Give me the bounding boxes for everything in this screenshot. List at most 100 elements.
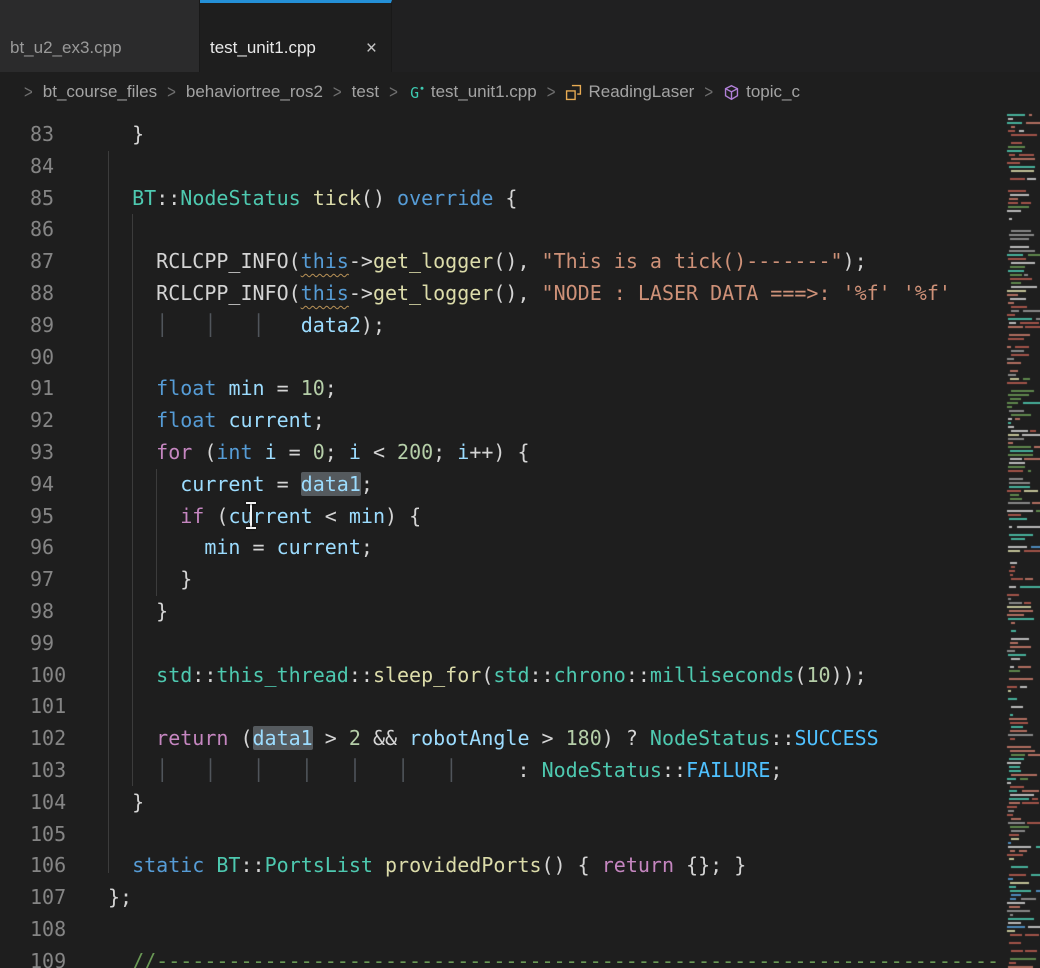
line-number[interactable]: 87 [0,246,108,278]
line-number[interactable]: 108 [0,914,108,946]
code-token: ( [204,504,228,528]
code-line[interactable]: 107}; [0,882,1040,914]
line-number[interactable]: 95 [0,501,108,533]
code-line[interactable]: 90 [0,342,1040,374]
line-number[interactable]: 103 [0,755,108,787]
code-line[interactable]: 103 │ │ │ │ │ │ │ : NodeStatus::FAILURE; [0,755,1040,787]
inline-indent-guide: │ [253,758,265,782]
code-token: () { [542,853,602,877]
code-token: std [493,663,529,687]
line-number[interactable]: 107 [0,882,108,914]
code-token: 10 [806,663,830,687]
code-editor[interactable]: 83 }8485 BT::NodeStatus tick() override … [0,112,1040,968]
code-token [265,313,301,337]
code-line[interactable]: 99 [0,628,1040,660]
code-token: min [204,535,240,559]
code-token [216,376,228,400]
code-token: this_thread [216,663,348,687]
code-text: │ │ │ data2); [108,310,1040,342]
code-token: i [349,440,361,464]
code-line[interactable]: 109 //----------------------------------… [0,946,1040,968]
code-token: 180 [566,726,602,750]
breadcrumb-chevron-icon: > [704,81,713,102]
code-token: current [228,504,312,528]
line-number[interactable]: 83 [0,119,108,151]
code-token [108,186,132,210]
code-token: ; [770,758,782,782]
code-line[interactable]: 105 [0,819,1040,851]
code-text: float min = 10; [108,373,1040,405]
line-number[interactable]: 94 [0,469,108,501]
line-number[interactable]: 90 [0,342,108,374]
line-number[interactable]: 109 [0,946,108,968]
code-token: < [361,440,397,464]
code-token: ( [228,726,252,750]
code-token: static [132,853,204,877]
tab-bt_u2_ex3.cpp[interactable]: bt_u2_ex3.cpp [0,0,200,72]
breadcrumb-item-bt_course_files[interactable]: bt_course_files [43,82,157,102]
code-line[interactable]: 89 │ │ │ data2); [0,310,1040,342]
line-number[interactable]: 97 [0,564,108,596]
code-text: std::this_thread::sleep_for(std::chrono:… [108,660,1040,692]
code-line[interactable]: 88 RCLCPP_INFO(this->get_logger(), "NODE… [0,278,1040,310]
code-text [108,819,1040,851]
code-text: } [108,787,1040,819]
code-line[interactable]: 86 [0,214,1040,246]
code-line[interactable]: 83 } [0,119,1040,151]
line-number[interactable]: 88 [0,278,108,310]
code-line[interactable]: 100 std::this_thread::sleep_for(std::chr… [0,660,1040,692]
code-line[interactable]: 91 float min = 10; [0,373,1040,405]
breadcrumb-item-test_unit1.cpp[interactable]: Gtest_unit1.cpp [408,82,537,102]
code-line[interactable]: 108 [0,914,1040,946]
code-line[interactable]: 101 [0,691,1040,723]
line-number[interactable]: 98 [0,596,108,628]
code-token [108,472,180,496]
minimap[interactable] [1006,112,1040,968]
line-number[interactable]: 101 [0,691,108,723]
line-number[interactable]: 100 [0,660,108,692]
tab-test_unit1.cpp[interactable]: test_unit1.cpp× [200,0,392,72]
mouse-ibeam-cursor [250,504,252,527]
code-token: = [265,376,301,400]
line-number[interactable]: 92 [0,405,108,437]
code-text: } [108,564,1040,596]
code-token: NodeStatus [180,186,300,210]
line-number[interactable]: 102 [0,723,108,755]
line-number[interactable]: 85 [0,183,108,215]
code-line[interactable]: 87 RCLCPP_INFO(this->get_logger(), "This… [0,246,1040,278]
line-number[interactable]: 91 [0,373,108,405]
line-number[interactable]: 86 [0,214,108,246]
line-number[interactable]: 84 [0,151,108,183]
line-number[interactable]: 93 [0,437,108,469]
breadcrumb-item-topic_c[interactable]: topic_c [723,82,800,102]
line-number[interactable]: 106 [0,850,108,882]
code-text: for (int i = 0; i < 200; i++) { [108,437,1040,469]
close-icon[interactable]: × [352,39,377,58]
code-text [108,151,1040,183]
code-token: NodeStatus [650,726,770,750]
line-number[interactable]: 96 [0,532,108,564]
code-token: :: [626,663,650,687]
code-line[interactable]: 93 for (int i = 0; i < 200; i++) { [0,437,1040,469]
code-token [204,853,216,877]
line-number[interactable]: 104 [0,787,108,819]
breadcrumb-item-behaviortree_ros2[interactable]: behaviortree_ros2 [186,82,323,102]
code-line[interactable]: 84 [0,151,1040,183]
breadcrumb-item-label: topic_c [746,82,800,102]
line-number[interactable]: 89 [0,310,108,342]
code-line[interactable]: 98 } [0,596,1040,628]
code-line[interactable]: 102 return (data1 > 2 && robotAngle > 18… [0,723,1040,755]
code-token: chrono [554,663,626,687]
code-token [216,408,228,432]
code-token: SUCCESS [794,726,878,750]
breadcrumb-item-test[interactable]: test [352,82,379,102]
code-line[interactable]: 92 float current; [0,405,1040,437]
code-line[interactable]: 106 static BT::PortsList providedPorts()… [0,850,1040,882]
code-line[interactable]: 85 BT::NodeStatus tick() override { [0,183,1040,215]
code-token: () [361,186,397,210]
breadcrumb-item-ReadingLaser[interactable]: ReadingLaser [565,82,694,102]
code-token: float [156,408,216,432]
line-number[interactable]: 105 [0,819,108,851]
line-number[interactable]: 99 [0,628,108,660]
code-line[interactable]: 104 } [0,787,1040,819]
